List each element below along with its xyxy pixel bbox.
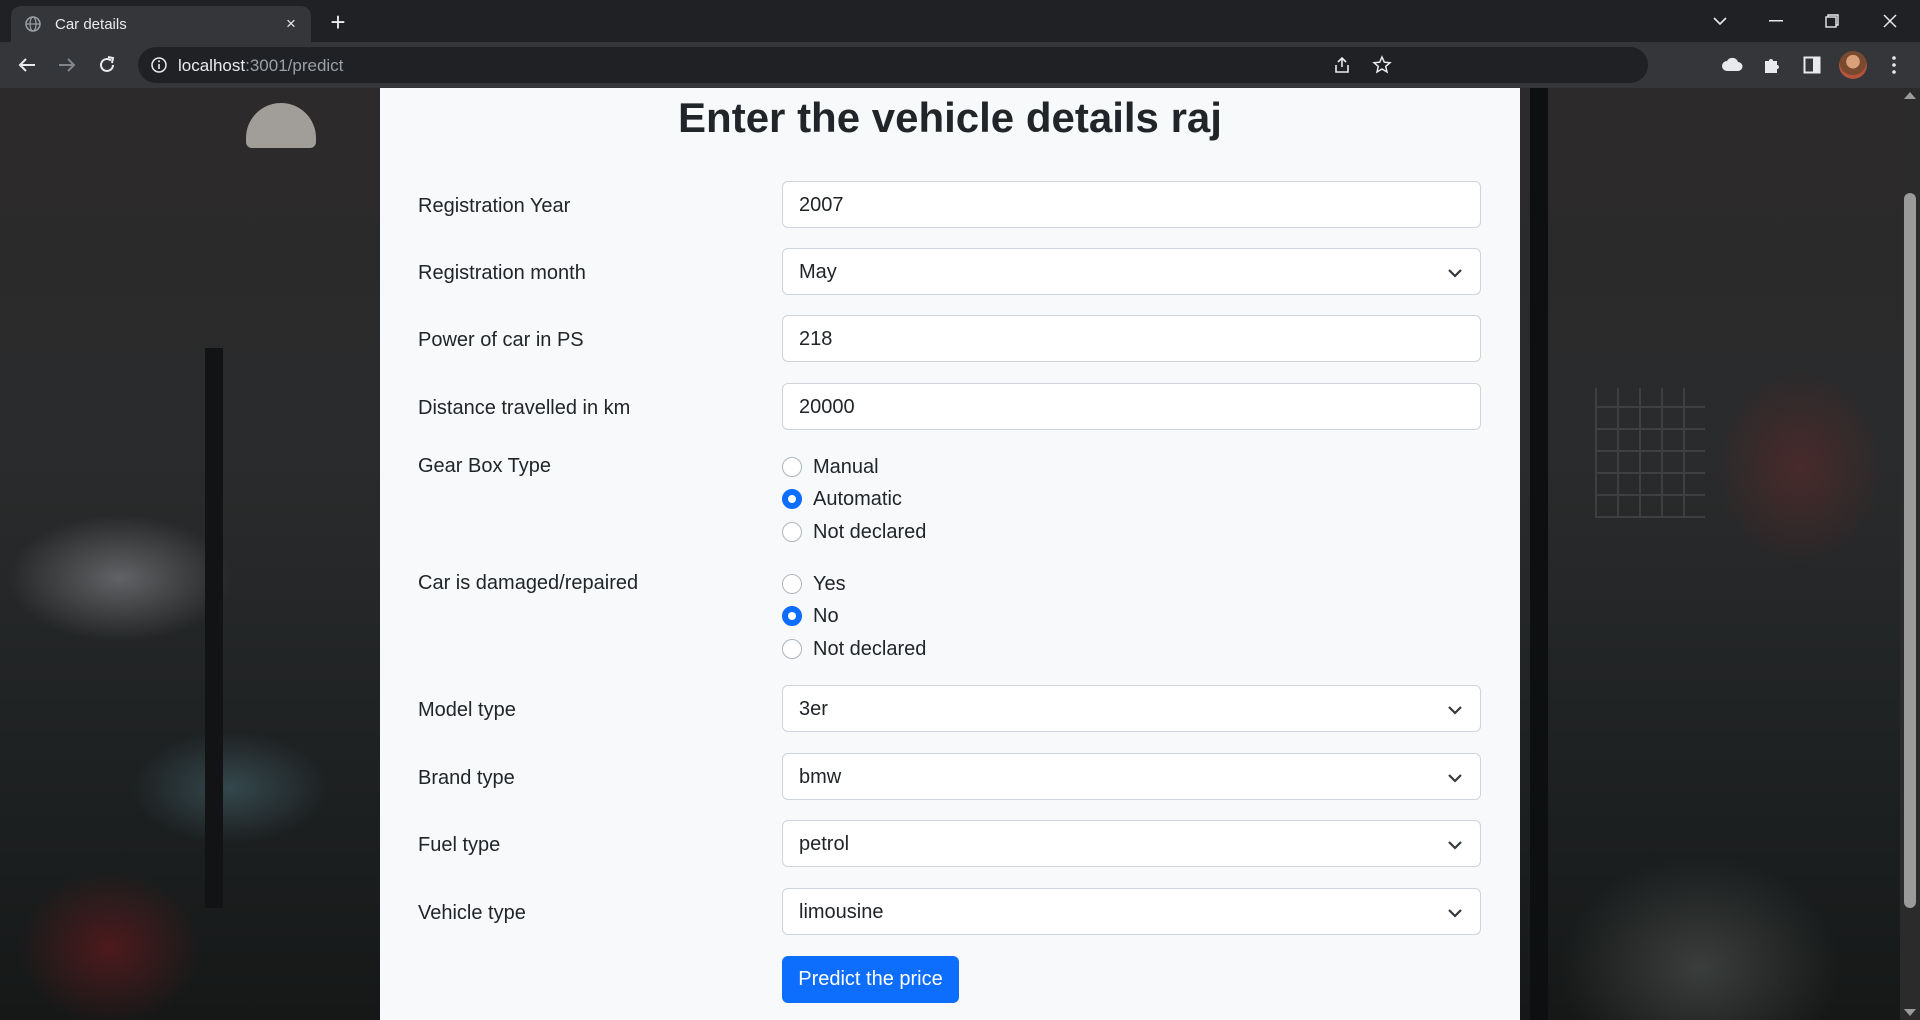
share-icon[interactable] xyxy=(1330,53,1354,77)
brand-select[interactable]: bmw xyxy=(782,753,1481,800)
page-title: Enter the vehicle details raj xyxy=(678,94,1222,141)
minimize-icon[interactable] xyxy=(1748,0,1804,42)
damaged-option-label: Not declared xyxy=(813,637,927,660)
reload-icon[interactable] xyxy=(91,49,123,81)
restore-icon[interactable] xyxy=(1804,0,1860,42)
extension-cloud-icon[interactable] xyxy=(1720,53,1744,77)
garage-pillar xyxy=(1530,88,1548,1020)
gearbox-option-manual[interactable]: Manual xyxy=(782,454,879,480)
gearbox-option-label: Automatic xyxy=(813,487,902,510)
gearbox-option-label: Manual xyxy=(813,455,879,478)
scroll-thumb[interactable] xyxy=(1904,193,1916,908)
vehicle-select[interactable]: limousine xyxy=(782,888,1481,935)
address-bar[interactable]: localhost:3001/predict xyxy=(138,47,1648,83)
url-host: localhost xyxy=(178,56,246,75)
close-window-icon[interactable] xyxy=(1862,0,1918,42)
radio-button[interactable] xyxy=(782,639,802,659)
vehicle-form-card: Enter the vehicle details raj Registrati… xyxy=(380,88,1520,1020)
site-info-icon[interactable] xyxy=(150,56,168,74)
fuel-label: Fuel type xyxy=(418,834,501,856)
brand-label: Brand type xyxy=(418,767,515,789)
forward-arrow-icon[interactable] xyxy=(51,49,83,81)
distance-value: 20000 xyxy=(799,396,855,418)
new-tab-button[interactable]: + xyxy=(324,8,352,36)
registration-month-value: May xyxy=(799,261,837,283)
tab-search-icon[interactable] xyxy=(1692,0,1748,42)
damaged-option-not-declared[interactable]: Not declared xyxy=(782,636,926,662)
garage-window xyxy=(1595,388,1705,518)
url-text[interactable]: localhost:3001/predict xyxy=(178,56,343,76)
radio-button[interactable] xyxy=(782,574,802,594)
distance-input[interactable]: 20000 xyxy=(782,383,1481,430)
damaged-option-label: Yes xyxy=(813,572,846,595)
chevron-down-icon xyxy=(1448,706,1462,715)
registration-year-label: Registration Year xyxy=(418,195,571,217)
model-select[interactable]: 3er xyxy=(782,685,1481,732)
browser-tab[interactable]: Car details × xyxy=(11,6,311,42)
registration-year-value: 2007 xyxy=(799,194,844,216)
scroll-up-arrow-icon[interactable] xyxy=(1904,92,1916,99)
radio-button[interactable] xyxy=(782,457,802,477)
gearbox-label: Gear Box Type xyxy=(418,455,552,477)
lift-column xyxy=(205,348,223,908)
browser-toolbar: localhost:3001/predict xyxy=(0,42,1920,88)
globe-icon xyxy=(25,16,41,32)
model-value: 3er xyxy=(799,698,828,720)
power-input[interactable]: 218 xyxy=(782,315,1481,362)
ceiling-lamp xyxy=(246,103,316,148)
bookmark-star-icon[interactable] xyxy=(1370,53,1394,77)
extensions-puzzle-icon[interactable] xyxy=(1760,53,1784,77)
registration-year-input[interactable]: 2007 xyxy=(782,181,1481,228)
brand-value: bmw xyxy=(799,766,842,788)
url-path: :3001/predict xyxy=(245,56,344,75)
profile-avatar[interactable] xyxy=(1839,51,1867,79)
page-viewport: Enter the vehicle details raj Registrati… xyxy=(0,88,1920,1020)
damaged-option-label: No xyxy=(813,604,839,627)
power-value: 218 xyxy=(799,328,833,350)
distance-label: Distance travelled in km xyxy=(418,397,631,419)
fuel-value: petrol xyxy=(799,833,850,855)
registration-month-select[interactable]: May xyxy=(782,248,1481,295)
registration-month-label: Registration month xyxy=(418,262,586,284)
back-arrow-icon[interactable] xyxy=(11,49,43,81)
gearbox-option-automatic[interactable]: Automatic xyxy=(782,486,902,512)
damaged-option-yes[interactable]: Yes xyxy=(782,571,846,597)
damaged-option-no[interactable]: No xyxy=(782,603,839,629)
chevron-down-icon xyxy=(1448,774,1462,783)
chevron-down-icon xyxy=(1448,269,1462,278)
radio-button-checked[interactable] xyxy=(782,489,802,509)
close-tab-icon[interactable]: × xyxy=(281,14,301,34)
menu-kebab-icon[interactable] xyxy=(1882,53,1906,77)
chevron-down-icon xyxy=(1448,909,1462,918)
page-scrollbar[interactable] xyxy=(1900,88,1920,1020)
damaged-label: Car is damaged/repaired xyxy=(418,572,639,594)
scroll-down-arrow-icon[interactable] xyxy=(1904,1009,1916,1016)
predict-price-button[interactable]: Predict the price xyxy=(782,956,959,1003)
gearbox-option-not-declared[interactable]: Not declared xyxy=(782,519,926,545)
tab-title: Car details xyxy=(55,16,127,33)
radio-button[interactable] xyxy=(782,522,802,542)
gearbox-option-label: Not declared xyxy=(813,520,927,543)
vehicle-value: limousine xyxy=(799,901,884,923)
radio-button-checked[interactable] xyxy=(782,606,802,626)
vehicle-label: Vehicle type xyxy=(418,902,526,924)
power-label: Power of car in PS xyxy=(418,329,584,351)
side-panel-icon[interactable] xyxy=(1800,53,1824,77)
fuel-select[interactable]: petrol xyxy=(782,820,1481,867)
tab-strip: Car details × + xyxy=(0,0,1920,42)
chevron-down-icon xyxy=(1448,841,1462,850)
model-label: Model type xyxy=(418,699,516,721)
